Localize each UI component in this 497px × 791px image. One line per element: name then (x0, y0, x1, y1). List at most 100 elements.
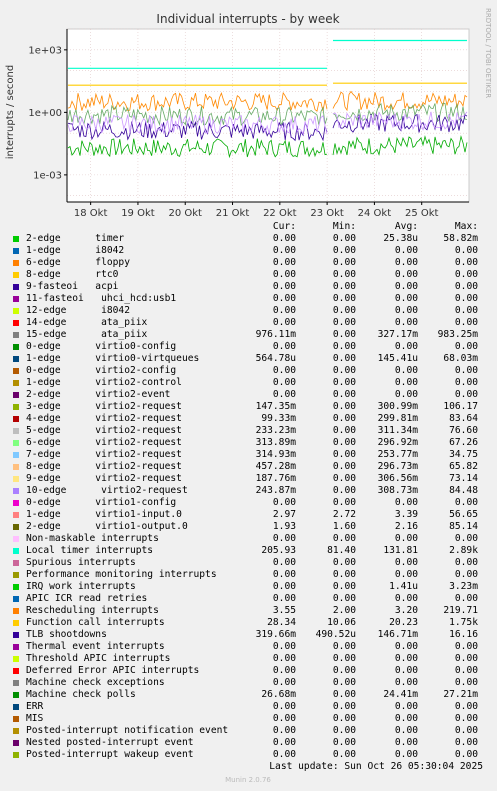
legend-row: Local timer interrupts 205.93 81.40 131.81 2… (0, 545, 497, 557)
legend-swatch (13, 356, 19, 362)
legend-swatch (13, 284, 19, 290)
legend-label: Rescheduling interrupts (26, 605, 159, 616)
legend-row: 12-edge i8042 0.00 0.00 0.00 0.00 (0, 305, 497, 317)
legend-min-value: 2.00 (332, 605, 356, 616)
legend-min-value: 0.00 (332, 281, 356, 292)
legend-min-value: 0.00 (332, 365, 356, 376)
legend-label: 7-edge virtio2-request (26, 449, 182, 460)
legend-min-value: 490.52u (315, 629, 356, 640)
legend-row: 1-edge virtio1-input.0 2.97 2.72 3.39 56.65 (0, 509, 497, 521)
legend-min-value: 0.00 (332, 737, 356, 748)
legend-label: Threshold APIC interrupts (26, 653, 171, 664)
legend-row: 4-edge virtio2-request 99.33m 0.00 299.81m 8… (0, 413, 497, 425)
legend-max-value: 219.71 (443, 605, 478, 616)
legend-max-value: 0.00 (454, 365, 478, 376)
legend-min-value: 0.00 (332, 581, 356, 592)
legend-min-value: 0.00 (332, 425, 356, 436)
legend-min-value: 0.00 (332, 749, 356, 760)
legend-min-value: 0.00 (332, 725, 356, 736)
legend-row: 7-edge virtio2-request 314.93m 0.00 253.77m… (0, 449, 497, 461)
legend-max-value: 983.25m (437, 329, 478, 340)
legend-label: 0-edge virtio1-config (26, 497, 177, 508)
legend-max-value: 2.89k (449, 545, 478, 556)
legend-min-value: 0.00 (332, 317, 356, 328)
legend-swatch (13, 716, 19, 722)
legend-swatch (13, 608, 19, 614)
legend-swatch (13, 392, 19, 398)
x-tick-label: 19 Okt (121, 208, 155, 219)
legend-max-value: 56.65 (449, 509, 478, 520)
legend-max-value: 84.48 (449, 485, 478, 496)
legend-label: Function call interrupts (26, 617, 165, 628)
legend-swatch (13, 512, 19, 518)
legend-row: Non-maskable interrupts 0.00 0.00 0.00 0.00 (0, 533, 497, 545)
last-update: Last update: Sun Oct 26 05:30:04 2025 (269, 761, 483, 772)
legend-min-value: 0.00 (332, 653, 356, 664)
legend-min-value: 0.00 (332, 533, 356, 544)
legend-label: 9-edge virtio2-request (26, 473, 182, 484)
legend-label: 11-fasteoi uhci_hcd:usb1 (26, 293, 177, 304)
legend-swatch (13, 644, 19, 650)
legend-row: 8-edge rtc0 0.00 0.00 0.00 0.00 (0, 269, 497, 281)
y-tick-label: 1e+03 (28, 45, 62, 56)
legend-swatch (13, 296, 19, 302)
legend-swatch (13, 476, 19, 482)
legend-max-value: 73.14 (449, 473, 478, 484)
legend-row: 0-edge virtio2-config 0.00 0.00 0.00 0.00 (0, 365, 497, 377)
legend-swatch (13, 656, 19, 662)
legend-label: 6-edge floppy (26, 257, 130, 268)
legend-row: Deferred Error APIC interrupts 0.00 0.00 0.… (0, 665, 497, 677)
legend-min-value: 0.00 (332, 665, 356, 676)
x-tick-label: 23 Okt (310, 208, 344, 219)
x-ticks: 18 Okt 19 Okt 20 Okt 21 Okt 22 Okt 23 Okt 24 O… (74, 202, 439, 219)
legend-label: Posted-interrupt notification event (26, 725, 229, 736)
x-tick-label: 24 Okt (358, 208, 392, 219)
legend-min-value: 0.00 (332, 437, 356, 448)
legend-row: 0-edge virtio1-config 0.00 0.00 0.00 0.00 (0, 497, 497, 509)
legend-row: 6-edge floppy 0.00 0.00 0.00 0.00 (0, 257, 497, 269)
legend-label: 0-edge virtio0-config (26, 341, 177, 352)
legend-swatch (13, 344, 19, 350)
legend-row: 6-edge virtio2-request 313.89m 0.00 296.92m… (0, 437, 497, 449)
legend-swatch (13, 728, 19, 734)
y-tick-label: 1e+00 (28, 108, 62, 119)
legend-swatch (13, 236, 19, 242)
legend-min-value: 0.00 (332, 233, 356, 244)
legend-swatch (13, 380, 19, 386)
legend-max-value: 0.00 (454, 641, 478, 652)
legend-swatch (13, 368, 19, 374)
legend-row: APIC ICR read retries 0.00 0.00 0.00 0.00 (0, 593, 497, 605)
legend-label: 15-edge ata_piix (26, 329, 148, 340)
legend-min-value: 0.00 (332, 449, 356, 460)
legend-row: ERR 0.00 0.00 0.00 0.00 (0, 701, 497, 713)
legend-max-value: 16.16 (449, 629, 478, 640)
legend-row: 0-edge virtio0-config 0.00 0.00 0.00 0.00 (0, 341, 497, 353)
legend-swatch (13, 428, 19, 434)
legend-row: 2-edge virtio2-event 0.00 0.00 0.00 0.00 (0, 389, 497, 401)
legend-swatch (13, 668, 19, 674)
legend-min-value: 0.00 (332, 473, 356, 484)
legend-swatch (13, 692, 19, 698)
legend-row: IRQ work interrupts 0.00 0.00 1.41u 3.23m (0, 581, 497, 593)
legend-min-value: 0.00 (332, 353, 356, 364)
legend-row: Posted-interrupt notification event 0.00 0… (0, 725, 497, 737)
legend-max-value: 0.00 (454, 281, 478, 292)
legend-swatch (13, 680, 19, 686)
legend-label: Machine check exceptions (26, 677, 165, 688)
legend-min-value: 0.00 (332, 377, 356, 388)
x-tick-label: 21 Okt (216, 208, 250, 219)
legend-max-value: 0.00 (454, 713, 478, 724)
x-tick-label: 18 Okt (74, 208, 108, 219)
y-ticks: 1e+03 1e+00 1e-03 (28, 45, 67, 181)
legend-min-value: 0.00 (332, 413, 356, 424)
legend-min-value: 0.00 (332, 461, 356, 472)
legend-row: 8-edge virtio2-request 457.28m 0.00 296.73m… (0, 461, 497, 473)
legend-label: 12-edge i8042 (26, 305, 130, 316)
legend-label: Deferred Error APIC interrupts (26, 665, 200, 676)
legend-row: 2-edge timer 0.00 0.00 25.38u 58.82m (0, 233, 497, 245)
legend-min-value: 0.00 (332, 569, 356, 580)
legend-label: 3-edge virtio2-request (26, 401, 182, 412)
legend-header-max: Max: (454, 221, 478, 232)
legend-swatch (13, 308, 19, 314)
legend-label: Posted-interrupt wakeup event (26, 749, 194, 760)
